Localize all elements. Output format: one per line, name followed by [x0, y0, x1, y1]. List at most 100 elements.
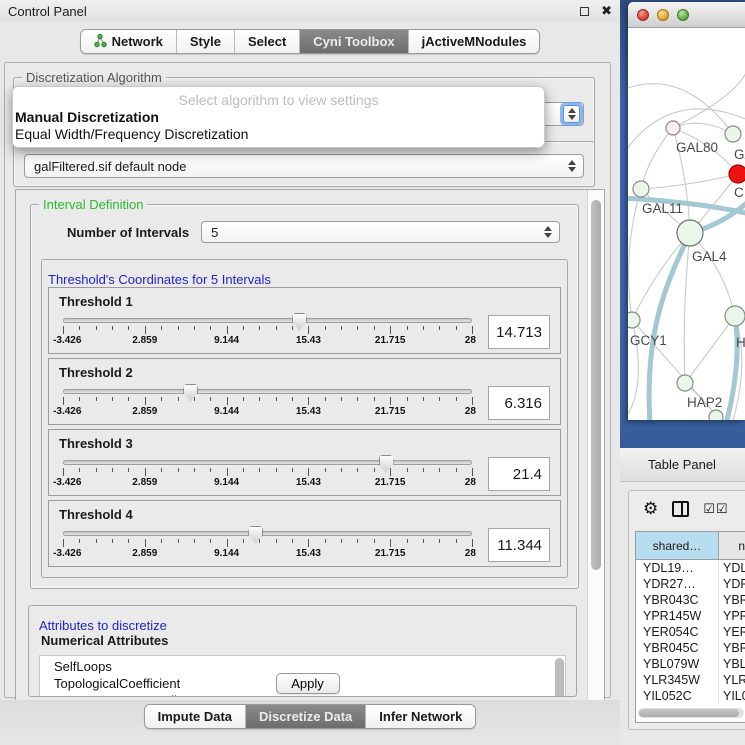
- horizontal-scrollbar-thumb[interactable]: [639, 709, 739, 717]
- table-row[interactable]: YDL19…YDL1: [636, 560, 745, 576]
- slider-tick-labels: -3.4262.8599.14415.4321.71528: [63, 477, 472, 489]
- interval-definition-group: Interval Definition Number of Intervals …: [30, 204, 579, 589]
- close-traffic-light[interactable]: [637, 9, 649, 21]
- threshold-value-box[interactable]: 11.344: [488, 528, 550, 562]
- tab-jactivemnodules[interactable]: jActiveMNodules: [409, 30, 540, 53]
- threshold-slider[interactable]: -3.4262.8599.14415.4321.71528: [63, 531, 472, 560]
- network-edge[interactable]: [690, 233, 735, 316]
- network-node-GCY1[interactable]: [628, 312, 640, 328]
- table-row[interactable]: YER054CYER0: [636, 624, 745, 640]
- tab-discretize-data[interactable]: Discretize Data: [246, 705, 366, 728]
- apply-button[interactable]: Apply: [276, 673, 340, 694]
- tick-mark: [161, 326, 162, 330]
- vertical-scrollbar[interactable]: [587, 190, 604, 726]
- scroll-content: Interval Definition Number of Intervals …: [16, 190, 587, 728]
- threshold-slider[interactable]: -3.4262.8599.14415.4321.71528: [63, 389, 472, 418]
- network-edge[interactable]: [673, 123, 733, 134]
- close-icon[interactable]: ✖: [601, 5, 612, 18]
- tick-label: 28: [465, 406, 476, 417]
- tab-network[interactable]: Network: [81, 30, 177, 53]
- threshold-slider[interactable]: -3.4262.8599.14415.4321.71528: [63, 318, 472, 347]
- tick-mark: [308, 326, 309, 334]
- tick-mark: [259, 326, 260, 330]
- network-node-GAL80[interactable]: [666, 121, 680, 135]
- threshold-value-box[interactable]: 6.316: [488, 386, 550, 420]
- tab-style[interactable]: Style: [177, 30, 235, 53]
- number-of-intervals-combobox[interactable]: 5: [201, 221, 560, 243]
- horizontal-scrollbar[interactable]: [638, 708, 744, 718]
- tick-mark: [259, 468, 260, 472]
- tick-mark: [439, 468, 440, 472]
- algorithm-combobox-stepper[interactable]: [563, 105, 580, 123]
- thresholds-group: Threshold's Coordinates for 5 Intervals …: [41, 259, 568, 578]
- tick-mark: [112, 468, 113, 472]
- network-node-H[interactable]: [725, 306, 745, 326]
- tab-impute-data[interactable]: Impute Data: [145, 705, 246, 728]
- network-edge[interactable]: [641, 128, 673, 189]
- table-row[interactable]: YLR345WYLR3: [636, 672, 745, 688]
- tick-mark: [194, 468, 195, 472]
- algorithm-option-2[interactable]: Equal Width/Frequency Discretization: [13, 126, 544, 143]
- table-row[interactable]: YBR045CYBR0: [636, 640, 745, 656]
- table-data-combobox[interactable]: galFiltered.sif default node: [24, 154, 584, 178]
- network-edge[interactable]: [726, 316, 737, 420]
- network-edge[interactable]: [641, 174, 738, 189]
- network-edge[interactable]: [673, 68, 745, 128]
- column-header-shared-name[interactable]: shared…: [636, 532, 719, 559]
- settings-scroll-area: Interval Definition Number of Intervals …: [15, 189, 605, 727]
- tab-cyni-toolbox[interactable]: Cyni Toolbox: [300, 30, 408, 53]
- slider-track[interactable]: [63, 531, 472, 536]
- network-edge[interactable]: [685, 316, 735, 383]
- threshold-value-box[interactable]: 14.713: [488, 315, 550, 349]
- table-data-stepper[interactable]: [563, 157, 580, 175]
- tab-select[interactable]: Select: [235, 30, 300, 53]
- tab-infer-network[interactable]: Infer Network: [366, 705, 475, 728]
- zoom-traffic-light[interactable]: [677, 9, 689, 21]
- threshold-slider[interactable]: -3.4262.8599.14415.4321.71528: [63, 460, 472, 489]
- algorithm-option-1[interactable]: Manual Discretization: [13, 109, 544, 126]
- network-edge[interactable]: [684, 233, 690, 383]
- network-node-GA[interactable]: [725, 126, 741, 142]
- network-canvas[interactable]: GAL80GACGAL11GAL4GCY1HHAP2: [628, 28, 745, 420]
- tick-mark: [227, 468, 228, 476]
- table-row[interactable]: YDR27…YDR2: [636, 576, 745, 592]
- checkboxes-icon[interactable]: ☑☑: [703, 502, 728, 517]
- slider-track[interactable]: [63, 389, 472, 394]
- number-of-intervals-stepper[interactable]: [539, 224, 556, 240]
- network-node-GAL4[interactable]: [677, 220, 703, 246]
- table-row[interactable]: YBR043CYBR0: [636, 592, 745, 608]
- table-row[interactable]: YIL052CYIL0: [636, 688, 745, 704]
- table-panel-title: Table Panel: [648, 457, 716, 472]
- network-node-HAP2[interactable]: [677, 375, 693, 391]
- minimize-traffic-light[interactable]: [657, 9, 669, 21]
- vertical-scrollbar-thumb[interactable]: [591, 200, 601, 570]
- table-row[interactable]: YBL079WYBL0: [636, 656, 745, 672]
- slider-track[interactable]: [63, 460, 472, 465]
- number-of-intervals-row: Number of Intervals 5: [67, 221, 560, 243]
- tick-mark: [128, 397, 129, 401]
- network-node-GAL11[interactable]: [633, 181, 649, 197]
- table-row[interactable]: YPR145WYPR1: [636, 608, 745, 624]
- tick-mark: [456, 539, 457, 543]
- tick-mark: [390, 539, 391, 547]
- tick-label: -3.426: [53, 406, 81, 417]
- table-panel-inner: ⚙ ☑☑ shared… n YDL19…YDL1YDR27…YDR2YBR04…: [628, 490, 745, 730]
- cell-name: YBR0: [719, 592, 745, 608]
- tick-mark: [456, 326, 457, 330]
- apply-row: Apply: [5, 673, 610, 694]
- float-window-icon[interactable]: [580, 7, 589, 16]
- columns-icon[interactable]: [672, 501, 689, 517]
- tick-mark: [63, 326, 64, 334]
- tick-mark: [407, 326, 408, 330]
- network-edge[interactable]: [629, 189, 641, 320]
- column-header-name[interactable]: n: [719, 532, 745, 559]
- tick-mark: [210, 539, 211, 543]
- network-node-C[interactable]: [729, 165, 745, 183]
- gear-icon[interactable]: ⚙: [643, 501, 658, 518]
- threshold-label: Threshold 3: [59, 436, 550, 451]
- network-node-unnamed[interactable]: [709, 410, 723, 420]
- tick-mark: [112, 539, 113, 543]
- slider-track[interactable]: [63, 318, 472, 323]
- tick-mark: [325, 539, 326, 543]
- threshold-value-box[interactable]: 21.4: [488, 457, 550, 491]
